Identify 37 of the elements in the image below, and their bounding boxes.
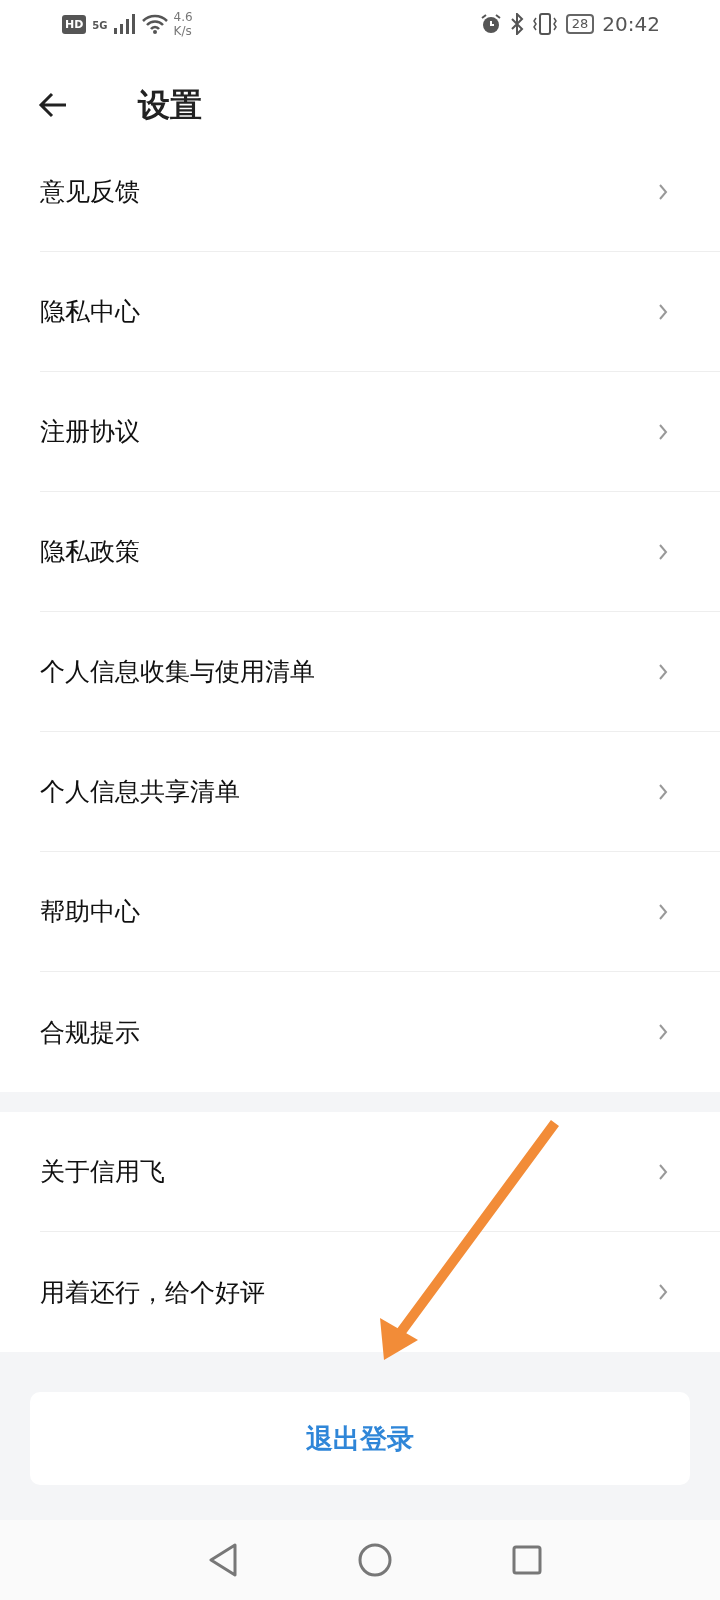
settings-item[interactable]: 隐私政策	[40, 535, 140, 568]
chevron-right-icon	[658, 542, 668, 561]
chevron-right-icon	[658, 902, 668, 921]
settings-item[interactable]: 帮助中心	[40, 895, 140, 928]
chevron-right-icon	[658, 662, 668, 681]
back-arrow-icon[interactable]	[38, 92, 68, 118]
chevron-right-icon	[658, 1283, 668, 1301]
speed-value: 4.6	[173, 10, 193, 24]
settings-item[interactable]: 注册协议	[40, 415, 140, 448]
chevron-right-icon	[658, 782, 668, 801]
signal-icon	[113, 14, 136, 34]
chevron-right-icon	[658, 1162, 668, 1181]
page-title: 设置	[138, 85, 202, 126]
chevron-right-icon	[658, 182, 668, 201]
settings-item[interactable]: 个人信息收集与使用清单	[40, 655, 315, 688]
settings-item[interactable]: 用着还行，给个好评	[40, 1275, 265, 1309]
clock-time: 20:42	[602, 12, 660, 36]
back-icon[interactable]	[208, 1543, 238, 1577]
chevron-right-icon	[658, 1023, 668, 1041]
network-type: 5G	[92, 20, 108, 31]
settings-item[interactable]: 意见反馈	[40, 175, 140, 208]
hd-indicator: HD	[62, 14, 87, 34]
chevron-right-icon	[658, 422, 668, 441]
settings-item[interactable]: 隐私中心	[40, 295, 140, 328]
wifi-icon	[141, 14, 168, 34]
bluetooth-icon	[509, 13, 524, 35]
vibrate-icon	[531, 13, 558, 35]
home-icon[interactable]	[358, 1543, 392, 1577]
logout-button[interactable]: 退出登录	[30, 1392, 690, 1485]
battery-indicator: 28	[565, 14, 595, 34]
chevron-right-icon	[658, 302, 668, 321]
settings-item[interactable]: 个人信息共享清单	[40, 775, 240, 808]
alarm-icon	[479, 13, 502, 35]
settings-item[interactable]: 关于信用飞	[40, 1155, 165, 1188]
recents-icon[interactable]	[512, 1545, 542, 1575]
settings-item[interactable]: 合规提示	[40, 1015, 140, 1049]
speed-unit: K/s	[173, 24, 193, 38]
